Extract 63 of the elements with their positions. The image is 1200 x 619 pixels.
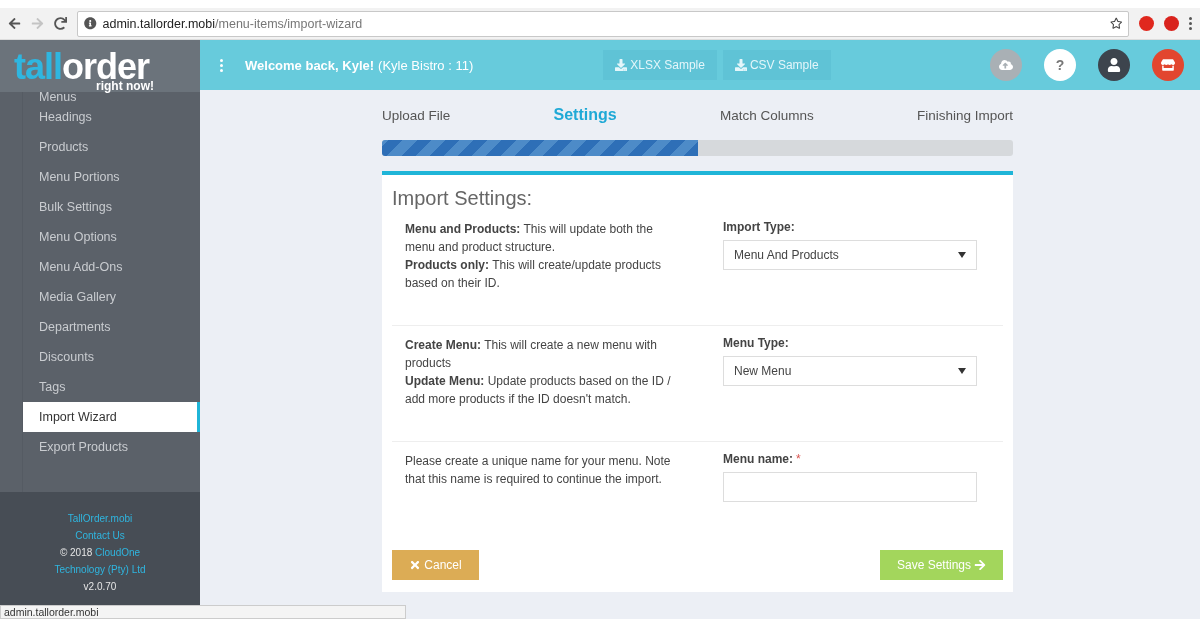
user-button[interactable] (1098, 49, 1130, 81)
info-icon (84, 17, 97, 30)
required-mark: * (796, 452, 801, 466)
browser-menu-icon[interactable] (1189, 17, 1192, 30)
url-path: /menu-items/import-wizard (215, 16, 363, 31)
site-link[interactable]: TallOrder.mobi (67, 510, 133, 527)
back-button[interactable] (8, 17, 21, 30)
description-text: Create Menu: This will create a new menu with products (405, 337, 658, 372)
wizard-step: Match Columns (719, 107, 814, 123)
sidebar-item[interactable]: Menu Portions (23, 162, 200, 192)
wizard-step: Settings (553, 106, 617, 124)
sidebar-item[interactable]: Media Gallery (23, 282, 200, 312)
download-icon (734, 59, 747, 71)
contact-link[interactable]: Contact Us (75, 527, 125, 544)
sidebar-item[interactable]: Headings (23, 102, 200, 132)
sidebar-item[interactable]: Discounts (23, 342, 200, 372)
company-link[interactable]: CloudOne (95, 547, 141, 558)
sidebar-item[interactable]: Menu Options (23, 222, 200, 252)
sidebar-item[interactable]: Products (23, 132, 200, 162)
sidebar-item[interactable]: Export Products (23, 432, 200, 462)
status-url: admin.tallorder.mobi (0, 605, 406, 619)
store-icon (1161, 58, 1175, 72)
description-text: Products only: This will create/update products based on their ID. (405, 257, 662, 292)
copyright-text: © 2018 (59, 547, 93, 558)
wizard-step: Upload File (382, 107, 451, 123)
sidebar-item[interactable]: Import Wizard (23, 402, 200, 432)
reload-button[interactable] (54, 17, 67, 30)
description-text: Update Menu: Update products based on the ID / add more products if the ID doesn't match. (405, 373, 672, 408)
caret-icon (958, 368, 966, 374)
select-field[interactable]: Menu And Products (723, 240, 977, 270)
venue-text: (Kyle Bistro : 11) (378, 57, 474, 73)
welcome-text: Welcome back, Kyle! (245, 57, 375, 73)
arrow-right-icon (974, 559, 986, 571)
wizard-step: Finishing Import (916, 107, 1013, 123)
sidebar-item[interactable]: Menus (23, 92, 200, 102)
download-icon (615, 59, 628, 71)
close-icon (409, 559, 422, 571)
extension-icon[interactable] (1139, 16, 1154, 31)
store-button[interactable] (1152, 49, 1184, 81)
url-host: admin.tallorder.mobi (102, 16, 216, 31)
adblock-icon[interactable] (1164, 16, 1179, 31)
sidebar-item[interactable]: Menu Add-Ons (23, 252, 200, 282)
cancel-button[interactable]: Cancel (392, 550, 479, 580)
field-label: Import Type: (723, 220, 795, 234)
field-label: Menu Type: (723, 336, 789, 350)
sidebar-item[interactable]: Bulk Settings (23, 192, 200, 222)
cloud-upload-icon (999, 58, 1013, 72)
select-field[interactable]: New Menu (723, 356, 977, 386)
company-link[interactable]: Technology (Pty) Ltd (54, 561, 146, 578)
menu-toggle-icon[interactable] (220, 58, 223, 72)
help-button[interactable]: ? (1044, 49, 1076, 81)
user-icon (1107, 58, 1121, 72)
address-bar[interactable]: admin.tallorder.mobi/menu-items/import-wizard (77, 10, 1129, 37)
sidebar-item[interactable]: Departments (23, 312, 200, 342)
field-label: Menu name: (723, 452, 793, 466)
description-text: Please create a unique name for your menu. Note that this name is required to continue the import. (405, 453, 672, 488)
description-text: Menu and Products: This will update both the menu and product structure. (405, 221, 654, 256)
version-text: v2.0.70 (83, 580, 117, 594)
input-field[interactable] (723, 472, 977, 502)
card-title: Import Settings: (392, 187, 534, 210)
sidebar-item[interactable]: Tags (23, 372, 200, 402)
bookmark-star-icon[interactable] (1109, 17, 1122, 30)
caret-icon (958, 252, 966, 258)
